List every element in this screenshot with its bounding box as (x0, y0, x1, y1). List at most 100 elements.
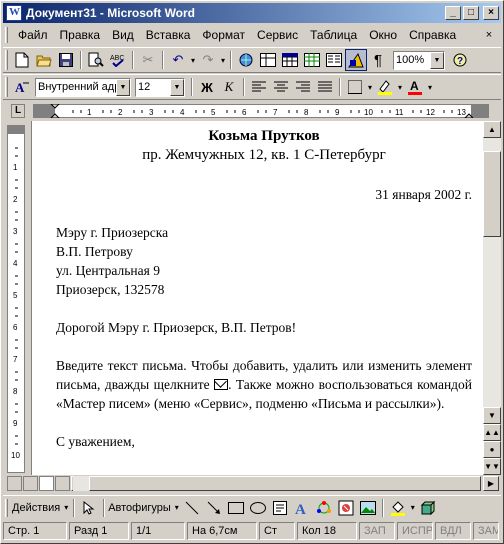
minimize-button[interactable]: _ (445, 6, 461, 20)
salutation[interactable]: Дорогой Мэру г. Приозерск, В.П. Петров! (56, 318, 472, 337)
toolbar-grip[interactable] (5, 50, 8, 70)
horizontal-ruler[interactable]: L 1 2 3 4 5 6 7 8 9 10 11 12 13 (3, 101, 501, 121)
autoshapes-menu[interactable]: Автофигуры (108, 502, 171, 514)
web-layout-button[interactable] (23, 476, 38, 491)
fill-color-dropdown-icon[interactable]: ▾ (409, 503, 417, 512)
font-size-select[interactable]: 12 ▼ (135, 77, 185, 97)
menu-view[interactable]: Вид (106, 28, 140, 42)
horizontal-scrollbar[interactable]: ◀ ▶ (3, 475, 501, 492)
menu-table[interactable]: Таблица (304, 28, 363, 42)
columns-icon[interactable] (323, 49, 345, 71)
insert-excel-icon[interactable] (301, 49, 323, 71)
insert-table-icon[interactable] (279, 49, 301, 71)
borders-dropdown-icon[interactable]: ▾ (366, 83, 374, 92)
styles-formatting-icon[interactable]: A (11, 76, 33, 98)
new-document-icon[interactable] (11, 49, 33, 71)
cut-scissors-icon[interactable]: ✂ (137, 49, 159, 71)
help-icon[interactable]: ? (449, 49, 471, 71)
chevron-down-icon[interactable]: ▼ (170, 78, 184, 96)
highlight-icon[interactable] (374, 76, 396, 98)
arrow-icon[interactable] (203, 497, 225, 519)
recipient-line[interactable]: ул. Центральная 9 (56, 261, 472, 280)
redo-icon[interactable]: ↷ (197, 49, 219, 71)
borders-icon[interactable] (344, 76, 366, 98)
clip-art-icon[interactable] (335, 497, 357, 519)
select-objects-arrow-icon[interactable] (78, 497, 100, 519)
menu-window[interactable]: Окно (363, 28, 403, 42)
menu-format[interactable]: Формат (196, 28, 251, 42)
select-browse-object-button[interactable]: ● (483, 441, 501, 458)
tables-borders-icon[interactable] (257, 49, 279, 71)
oval-icon[interactable] (247, 497, 269, 519)
redo-dropdown-icon[interactable]: ▾ (219, 56, 227, 65)
chevron-down-icon[interactable]: ▼ (116, 78, 130, 96)
text-box-icon[interactable] (269, 497, 291, 519)
zoom-select[interactable]: 100% ▼ (393, 50, 445, 70)
status-overtype[interactable]: ЗАМ (473, 522, 499, 540)
recipient-block[interactable]: Мэру г. Приозерска В.П. Петрову ул. Цент… (56, 223, 472, 299)
fill-color-icon[interactable] (387, 497, 409, 519)
insert-picture-icon[interactable] (357, 497, 379, 519)
document-close-button[interactable]: × (481, 28, 497, 42)
toolbar-grip[interactable] (5, 77, 8, 97)
menu-insert[interactable]: Вставка (140, 28, 197, 42)
wordart-icon[interactable]: A (291, 497, 313, 519)
italic-button[interactable]: К (218, 76, 240, 98)
3d-style-icon[interactable] (417, 497, 439, 519)
style-select[interactable]: Внутренний адр ▼ (35, 77, 131, 97)
bold-button[interactable]: Ж (196, 76, 218, 98)
closing[interactable]: С уважением, (56, 432, 472, 451)
undo-dropdown-icon[interactable]: ▾ (189, 56, 197, 65)
show-hide-pilcrow-icon[interactable]: ¶ (367, 49, 389, 71)
highlight-dropdown-icon[interactable]: ▾ (396, 83, 404, 92)
status-record-macro[interactable]: ЗАП (359, 522, 395, 540)
align-right-icon[interactable] (292, 76, 314, 98)
previous-page-button[interactable]: ▲▲ (483, 424, 501, 441)
scroll-thumb[interactable] (483, 151, 501, 237)
vertical-ruler[interactable]: 1 2 3 4 5 6 7 8 9 10 (7, 125, 25, 473)
next-page-button[interactable]: ▼▼ (483, 458, 501, 475)
scroll-up-button[interactable]: ▲ (483, 121, 501, 138)
actions-menu[interactable]: Действия (12, 502, 60, 514)
menu-tools[interactable]: Сервис (251, 28, 304, 42)
recipient-line[interactable]: Мэру г. Приозерска (56, 223, 472, 242)
undo-icon[interactable]: ↶ (167, 49, 189, 71)
font-color-icon[interactable]: A (404, 76, 426, 98)
scroll-down-button[interactable]: ▼ (483, 407, 501, 424)
rectangle-icon[interactable] (225, 497, 247, 519)
hscroll-thumb[interactable] (89, 476, 481, 491)
recipient-line[interactable]: Приозерск, 132578 (56, 280, 472, 299)
align-justify-icon[interactable] (314, 76, 336, 98)
insert-hyperlink-icon[interactable] (235, 49, 257, 71)
diagram-icon[interactable] (313, 497, 335, 519)
menu-grip[interactable] (5, 27, 8, 43)
drawing-icon[interactable] (345, 49, 367, 71)
font-color-dropdown-icon[interactable]: ▾ (426, 83, 434, 92)
normal-view-button[interactable] (7, 476, 22, 491)
word-app-icon[interactable] (6, 5, 22, 21)
scroll-right-button[interactable]: ▶ (483, 476, 499, 491)
open-folder-icon[interactable] (33, 49, 55, 71)
status-extend[interactable]: ВДЛ (435, 522, 471, 540)
sender-name[interactable]: Козьма Прутков (56, 127, 472, 146)
recipient-line[interactable]: В.П. Петрову (56, 242, 472, 261)
actions-dropdown-icon[interactable]: ▾ (62, 503, 70, 512)
print-layout-button[interactable] (39, 476, 54, 491)
status-track-changes[interactable]: ИСПР (397, 522, 433, 540)
align-center-icon[interactable] (270, 76, 292, 98)
spelling-icon[interactable]: ABC (107, 49, 129, 71)
document-text[interactable]: Козьма Прутков пр. Жемчужных 12, кв. 1 С… (56, 127, 472, 451)
letter-body[interactable]: Введите текст письма. Чтобы добавить, уд… (56, 356, 472, 413)
chevron-down-icon[interactable]: ▼ (430, 51, 444, 69)
maximize-button[interactable]: □ (463, 6, 479, 20)
menu-edit[interactable]: Правка (54, 28, 107, 42)
align-left-icon[interactable] (248, 76, 270, 98)
line-icon[interactable] (181, 497, 203, 519)
vertical-scrollbar[interactable]: ▲ ▼ ▲▲ ● ▼▼ (483, 121, 501, 475)
title-bar[interactable]: Документ31 - Microsoft Word _ □ × (3, 3, 501, 23)
outline-view-button[interactable] (55, 476, 70, 491)
tab-stop-selector[interactable]: L (11, 104, 25, 118)
toolbar-grip[interactable] (5, 498, 8, 517)
close-button[interactable]: × (483, 6, 499, 20)
save-disk-icon[interactable] (55, 49, 77, 71)
